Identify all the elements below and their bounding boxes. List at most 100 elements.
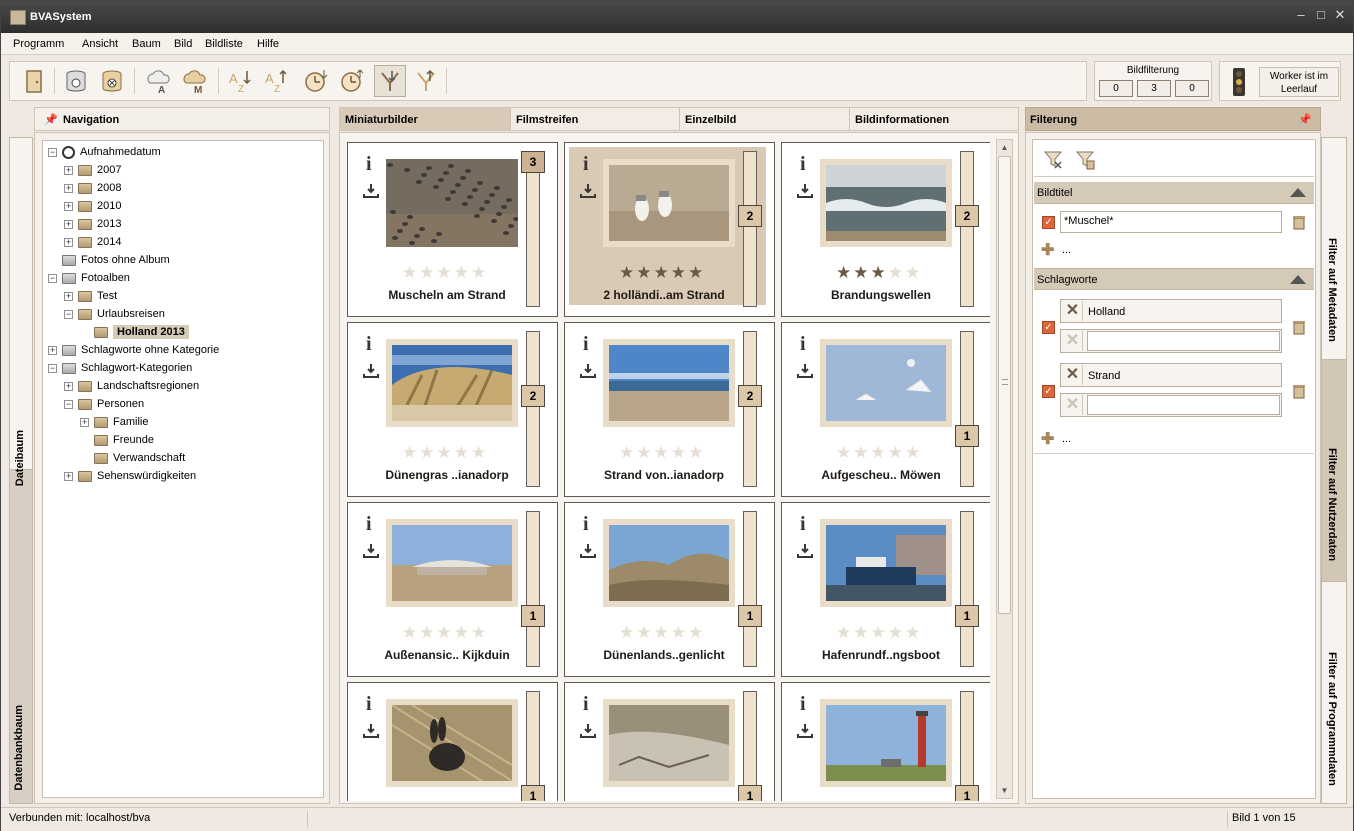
star-empty-icon[interactable]: ★	[636, 443, 653, 462]
star-empty-icon[interactable]: ★	[402, 263, 419, 282]
version-count[interactable]: 1	[738, 785, 762, 801]
tab-dateibaum[interactable]: Dateibaum	[9, 137, 33, 486]
tree-node[interactable]: Fotos ohne Album	[48, 251, 170, 269]
filter-apply-icon[interactable]	[374, 65, 406, 97]
info-icon[interactable]: i	[583, 333, 589, 356]
menu-hilfe[interactable]: Hilfe	[257, 38, 279, 50]
tree-node[interactable]: + Schlagworte ohne Kategorie	[48, 341, 219, 359]
info-icon[interactable]: i	[366, 153, 372, 176]
star-empty-icon[interactable]: ★	[905, 443, 922, 462]
version-count[interactable]: 1	[521, 785, 545, 801]
version-count[interactable]: 2	[955, 205, 979, 227]
star-empty-icon[interactable]: ★	[419, 623, 436, 642]
download-icon[interactable]	[363, 543, 379, 559]
thumbnail-card[interactable]: i ★★★★★ Außenansic.. Kijkduin 1	[347, 502, 558, 677]
collapse-icon[interactable]: −	[48, 273, 57, 283]
expand-icon[interactable]: +	[64, 291, 73, 301]
filter-branch-icon[interactable]	[410, 65, 442, 97]
info-icon[interactable]: i	[800, 693, 806, 716]
minimize-icon[interactable]: –	[1293, 7, 1309, 23]
keyword-strand[interactable]: ✕ Strand	[1060, 363, 1282, 387]
star-empty-icon[interactable]: ★	[471, 623, 488, 642]
star-empty-icon[interactable]: ★	[888, 443, 905, 462]
photo-thumbnail[interactable]	[609, 345, 729, 421]
rating-stars[interactable]: ★★★★★	[402, 623, 488, 643]
tree-node[interactable]: − Urlaubsreisen	[64, 305, 165, 323]
photo-thumbnail[interactable]	[392, 525, 512, 601]
remove-keyword-icon[interactable]: ✕	[1063, 301, 1083, 321]
tree-node[interactable]: Freunde	[80, 431, 154, 449]
info-icon[interactable]: i	[366, 513, 372, 536]
tab-bildinformationen[interactable]: Bildinformationen	[849, 107, 1019, 131]
expand-icon[interactable]: +	[64, 219, 73, 229]
star-filled-icon[interactable]: ★	[871, 263, 888, 282]
tree-node[interactable]: +2010	[64, 197, 121, 215]
version-slider[interactable]	[960, 151, 974, 307]
collapse-icon[interactable]	[1290, 275, 1306, 284]
star-empty-icon[interactable]: ★	[836, 443, 853, 462]
collapse-icon[interactable]: −	[64, 399, 73, 409]
trash-icon[interactable]	[1292, 319, 1306, 335]
download-icon[interactable]	[797, 183, 813, 199]
tab-einzelbild[interactable]: Einzelbild	[679, 107, 850, 131]
star-filled-icon[interactable]: ★	[636, 263, 653, 282]
remove-keyword-icon[interactable]: ✕	[1063, 395, 1083, 415]
expand-icon[interactable]: +	[64, 201, 73, 211]
expand-icon[interactable]: +	[64, 183, 73, 193]
sort-za-icon[interactable]: AZ	[260, 65, 292, 97]
add-icon[interactable]: ✚	[1041, 240, 1054, 260]
thumbnail-card[interactable]: i ★★★★★ Brandungswellen 2	[781, 142, 990, 317]
add-icon[interactable]: ✚	[1041, 429, 1054, 449]
tab-filmstreifen[interactable]: Filmstreifen	[510, 107, 680, 131]
pin-icon[interactable]: 📌	[1298, 113, 1312, 126]
vertical-scrollbar[interactable]: ▲ ▼	[996, 139, 1013, 799]
version-count[interactable]: 3	[521, 151, 545, 173]
rating-stars[interactable]: ★★★★★	[619, 623, 705, 643]
keyword-add-field[interactable]: ✕	[1060, 393, 1282, 417]
keyword-holland[interactable]: ✕ Holland	[1060, 299, 1282, 323]
tree-node[interactable]: +2007	[64, 161, 121, 179]
rating-stars[interactable]: ★★★★★	[836, 263, 922, 283]
star-filled-icon[interactable]: ★	[688, 263, 705, 282]
star-filled-icon[interactable]: ★	[853, 263, 870, 282]
star-empty-icon[interactable]: ★	[905, 263, 922, 282]
tree-node[interactable]: +2008	[64, 179, 121, 197]
keyword-group-1-checkbox[interactable]: ✓	[1042, 321, 1055, 334]
keyword-group-2-checkbox[interactable]: ✓	[1042, 385, 1055, 398]
version-count[interactable]: 2	[521, 385, 545, 407]
star-empty-icon[interactable]: ★	[888, 263, 905, 282]
star-filled-icon[interactable]: ★	[619, 263, 636, 282]
tab-datenbankbaum[interactable]: Datenbankbaum	[9, 681, 33, 803]
menu-bild[interactable]: Bild	[174, 38, 192, 50]
version-count[interactable]: 1	[521, 605, 545, 627]
star-filled-icon[interactable]: ★	[671, 263, 688, 282]
star-empty-icon[interactable]: ★	[437, 623, 454, 642]
version-slider[interactable]	[526, 511, 540, 667]
star-empty-icon[interactable]: ★	[636, 623, 653, 642]
tree-node[interactable]: + Landschaftsregionen	[64, 377, 199, 395]
photo-thumbnail[interactable]	[826, 345, 946, 421]
photo-thumbnail[interactable]	[609, 525, 729, 601]
tab-filter-nutzerdaten[interactable]: Filter auf Nutzerdaten	[1322, 360, 1346, 582]
keyword-add-field[interactable]: ✕	[1060, 329, 1282, 353]
star-empty-icon[interactable]: ★	[419, 263, 436, 282]
star-empty-icon[interactable]: ★	[619, 623, 636, 642]
info-icon[interactable]: i	[583, 693, 589, 716]
download-icon[interactable]	[580, 363, 596, 379]
cloud-metadata-icon[interactable]: M	[178, 65, 210, 97]
download-icon[interactable]	[363, 183, 379, 199]
version-slider[interactable]	[960, 511, 974, 667]
photo-thumbnail[interactable]	[609, 705, 729, 781]
section-schlagworte[interactable]: Schlagworte	[1034, 268, 1314, 290]
star-empty-icon[interactable]: ★	[688, 443, 705, 462]
tree-node[interactable]: + Test	[64, 287, 117, 305]
star-filled-icon[interactable]: ★	[654, 263, 671, 282]
version-count[interactable]: 1	[955, 605, 979, 627]
expand-icon[interactable]: +	[64, 381, 73, 391]
tree-node[interactable]: + Sehenswürdigkeiten	[64, 467, 196, 485]
download-icon[interactable]	[797, 543, 813, 559]
tab-filter-metadaten[interactable]: Filter auf Metadaten	[1322, 138, 1346, 360]
sort-date-asc-icon[interactable]	[300, 65, 332, 97]
schlagworte-more[interactable]: ...	[1062, 433, 1071, 445]
remove-keyword-icon[interactable]: ✕	[1063, 365, 1083, 385]
